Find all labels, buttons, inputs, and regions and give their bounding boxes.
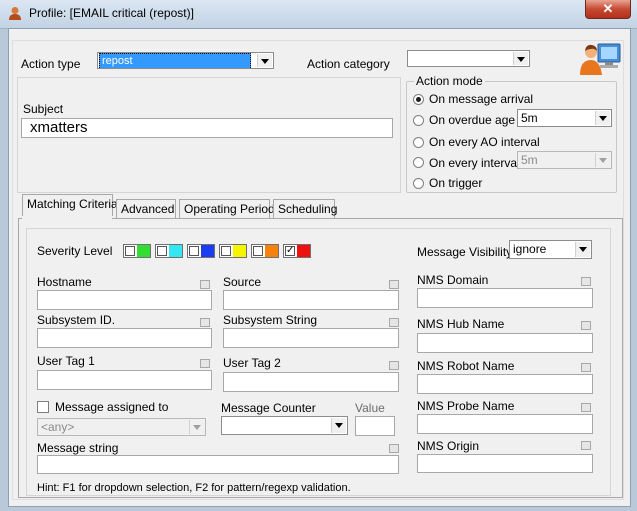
action-type-label: Action type bbox=[21, 57, 81, 71]
radio-on-trigger[interactable] bbox=[413, 178, 424, 189]
tab-scheduling[interactable]: Scheduling bbox=[273, 199, 337, 218]
source-input[interactable] bbox=[223, 290, 399, 310]
user-tag-1-input[interactable] bbox=[37, 370, 212, 390]
action-category-select[interactable] bbox=[407, 50, 530, 67]
message-string-label: Message string bbox=[37, 441, 119, 455]
severity-checkbox-4[interactable] bbox=[221, 246, 231, 256]
nms-robot-name-input[interactable] bbox=[417, 374, 593, 394]
message-string-regex-toggle[interactable] bbox=[389, 444, 399, 453]
message-string-input[interactable] bbox=[37, 455, 399, 474]
severity-level-label: Severity Level bbox=[37, 244, 113, 258]
chevron-down-icon[interactable] bbox=[595, 111, 610, 125]
nms-probe-name-label: NMS Probe Name bbox=[417, 399, 515, 413]
assigned-to-value: <any> bbox=[41, 420, 75, 434]
nms-robot-name-label: NMS Robot Name bbox=[417, 359, 515, 373]
severity-level-3[interactable] bbox=[187, 244, 215, 258]
message-visibility-select[interactable]: ignore bbox=[509, 240, 592, 259]
subject-input[interactable]: xmatters bbox=[21, 118, 393, 138]
severity-checkbox-3[interactable] bbox=[189, 246, 199, 256]
nms-domain-input[interactable] bbox=[417, 288, 593, 308]
nms-hub-name-input[interactable] bbox=[417, 333, 593, 353]
hint-text: Hint: F1 for dropdown selection, F2 for … bbox=[37, 482, 351, 494]
chevron-down-icon[interactable] bbox=[257, 54, 272, 67]
nms-domain-regex-toggle[interactable] bbox=[581, 277, 591, 286]
message-visibility-label: Message Visibility bbox=[417, 245, 513, 259]
severity-level-6[interactable]: ✓ bbox=[283, 244, 311, 258]
severity-level-2[interactable] bbox=[155, 244, 183, 258]
overdue-age-select[interactable]: 5m bbox=[517, 109, 612, 127]
message-assigned-checkbox[interactable] bbox=[37, 401, 49, 413]
chevron-down-icon[interactable] bbox=[331, 418, 346, 433]
message-visibility-value: ignore bbox=[513, 242, 547, 256]
severity-checkbox-1[interactable] bbox=[125, 246, 135, 256]
user-tag-2-label: User Tag 2 bbox=[223, 356, 281, 370]
hostname-regex-toggle[interactable] bbox=[200, 280, 210, 289]
nms-probe-name-input[interactable] bbox=[417, 414, 593, 434]
severity-checkbox-5[interactable] bbox=[253, 246, 263, 256]
severity-level-1[interactable] bbox=[123, 244, 151, 258]
severity-checkbox-6[interactable]: ✓ bbox=[285, 246, 295, 256]
subsystem-id-label: Subsystem ID. bbox=[37, 313, 116, 327]
chevron-down-icon[interactable] bbox=[575, 242, 590, 257]
severity-level-4[interactable] bbox=[219, 244, 247, 258]
close-button[interactable]: ✕ bbox=[585, 0, 631, 19]
on-trigger-label: On trigger bbox=[429, 176, 483, 190]
hostname-label: Hostname bbox=[37, 275, 92, 289]
subsystem-string-input[interactable] bbox=[223, 328, 399, 348]
active-tab-joint bbox=[22, 217, 112, 219]
radio-on-message-arrival[interactable] bbox=[413, 94, 424, 105]
nms-hub-name-regex-toggle[interactable] bbox=[581, 321, 591, 330]
radio-on-every-interval[interactable] bbox=[413, 157, 424, 168]
user-tag-1-label: User Tag 1 bbox=[37, 354, 95, 368]
radio-on-every-ao-interval[interactable] bbox=[413, 137, 424, 148]
action-mode-legend: Action mode bbox=[414, 74, 485, 88]
nms-origin-input[interactable] bbox=[417, 454, 593, 473]
nms-hub-name-label: NMS Hub Name bbox=[417, 317, 505, 331]
nms-origin-label: NMS Origin bbox=[417, 439, 480, 453]
on-every-ao-interval-label: On every AO interval bbox=[429, 135, 540, 149]
tab-operating-period[interactable]: Operating Period bbox=[179, 199, 275, 218]
message-counter-label: Message Counter bbox=[221, 401, 316, 415]
on-overdue-age-label: On overdue age bbox=[429, 113, 516, 127]
on-message-arrival-label: On message arrival bbox=[429, 92, 534, 106]
action-type-value: repost bbox=[99, 53, 251, 68]
nms-origin-regex-toggle[interactable] bbox=[581, 441, 591, 450]
counter-value-input[interactable] bbox=[355, 416, 395, 436]
action-category-label: Action category bbox=[307, 57, 390, 71]
every-interval-select[interactable]: 5m bbox=[517, 151, 612, 169]
subsystem-id-regex-toggle[interactable] bbox=[200, 318, 210, 327]
assigned-to-select[interactable]: <any> bbox=[37, 418, 206, 436]
nms-domain-label: NMS Domain bbox=[417, 273, 489, 287]
user-computer-icon bbox=[580, 43, 621, 75]
overdue-age-value: 5m bbox=[521, 111, 538, 125]
subject-label: Subject bbox=[23, 102, 64, 116]
hostname-input[interactable] bbox=[37, 290, 212, 310]
severity-level-5[interactable] bbox=[251, 244, 279, 258]
severity-checkbox-2[interactable] bbox=[157, 246, 167, 256]
radio-on-overdue-age[interactable] bbox=[413, 115, 424, 126]
value-label: Value bbox=[355, 401, 385, 415]
subsystem-id-input[interactable] bbox=[37, 328, 212, 348]
user-tag-2-input[interactable] bbox=[223, 372, 399, 392]
nms-probe-name-regex-toggle[interactable] bbox=[581, 403, 591, 412]
action-type-select[interactable]: repost bbox=[97, 52, 274, 69]
message-assigned-label: Message assigned to bbox=[55, 400, 169, 414]
nms-robot-name-regex-toggle[interactable] bbox=[581, 363, 591, 372]
tab-matching-criteria[interactable]: Matching Criteria bbox=[22, 194, 118, 216]
on-every-interval-label: On every interval bbox=[429, 156, 520, 170]
chevron-down-icon[interactable] bbox=[513, 52, 528, 65]
source-regex-toggle[interactable] bbox=[389, 280, 399, 289]
window-title: Profile: [EMAIL critical (repost)] bbox=[29, 6, 194, 20]
tab-advanced[interactable]: Advanced bbox=[116, 199, 176, 218]
source-label: Source bbox=[223, 275, 262, 289]
message-counter-select[interactable] bbox=[221, 416, 348, 435]
chevron-down-icon[interactable] bbox=[595, 153, 610, 167]
user-tag-2-regex-toggle[interactable] bbox=[389, 361, 399, 370]
subsystem-string-label: Subsystem String bbox=[223, 313, 318, 327]
subsystem-string-regex-toggle[interactable] bbox=[389, 318, 399, 327]
chevron-down-icon[interactable] bbox=[189, 420, 204, 434]
every-interval-value: 5m bbox=[521, 153, 538, 167]
profile-app-icon bbox=[9, 7, 21, 20]
user-tag-1-regex-toggle[interactable] bbox=[200, 359, 210, 368]
